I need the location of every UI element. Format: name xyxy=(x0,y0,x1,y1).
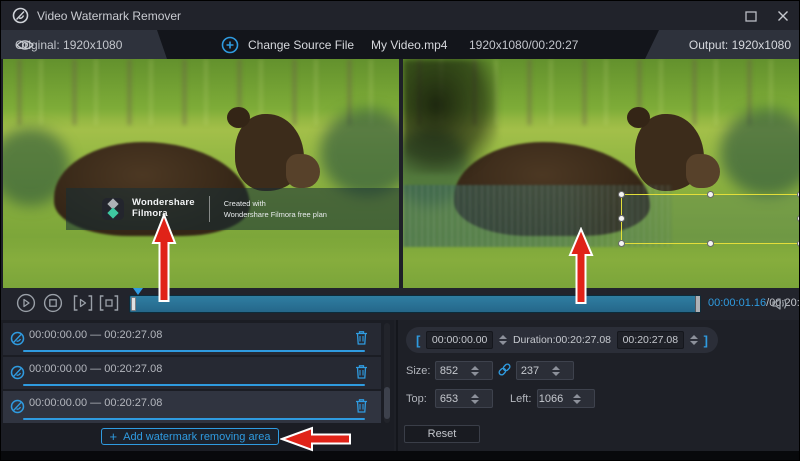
video-filename: My Video.mp4 xyxy=(371,38,447,52)
stop-segment-button[interactable] xyxy=(98,293,118,313)
change-source-file-button[interactable]: Change Source File xyxy=(221,34,354,56)
start-time-input[interactable]: 00:00:00.00 xyxy=(426,331,493,349)
output-resolution-label: Output: 1920x1080 xyxy=(689,38,791,52)
top-label: Top: xyxy=(406,393,427,405)
stepper-up-icon xyxy=(690,335,698,339)
change-source-file-label: Change Source File xyxy=(248,38,354,52)
size-label: Size: xyxy=(406,365,430,377)
selection-handle[interactable] xyxy=(797,240,799,247)
playhead-marker[interactable] xyxy=(133,288,143,295)
watermark-selection-box[interactable] xyxy=(621,194,799,244)
size-width-input[interactable]: 852 xyxy=(435,361,493,380)
area-time-range: 00:00:00.00 — 00:20:27.08 xyxy=(29,397,162,409)
watermark-plan-text: Created with Wondershare Filmora free pl… xyxy=(224,198,327,220)
output-video-preview[interactable] xyxy=(403,59,799,288)
watermark-remover-icon xyxy=(10,331,25,346)
filmora-watermark: Wondershare Filmora Created with Wonders… xyxy=(66,188,399,229)
area-time-range: 00:00:00.00 — 00:20:27.08 xyxy=(29,329,162,341)
bear-subject xyxy=(54,114,311,256)
size-height-stepper[interactable] xyxy=(543,366,573,376)
annotation-arrow-add-button xyxy=(280,425,352,453)
title-bar: Video Watermark Remover xyxy=(1,1,800,30)
watermark-divider xyxy=(209,196,210,222)
scrollbar-thumb[interactable] xyxy=(384,387,390,419)
trash-icon[interactable] xyxy=(355,364,368,379)
selection-handle[interactable] xyxy=(797,191,799,198)
list-scrollbar[interactable] xyxy=(384,323,390,423)
stop-button[interactable] xyxy=(43,293,63,313)
selection-handle[interactable] xyxy=(707,191,714,198)
removed-watermark-smudge xyxy=(403,59,498,174)
selection-handle[interactable] xyxy=(618,240,625,247)
timeline-end-handle[interactable] xyxy=(695,296,700,312)
area-range-slider[interactable] xyxy=(23,350,365,352)
watermark-area-row[interactable]: 00:00:00.00 — 00:20:27.08 xyxy=(3,357,381,389)
play-button[interactable] xyxy=(16,293,36,313)
area-time-range: 00:00:00.00 — 00:20:27.08 xyxy=(29,363,162,375)
timeline-start-handle[interactable] xyxy=(131,297,136,311)
original-video-preview[interactable]: Wondershare Filmora Created with Wonders… xyxy=(3,59,399,288)
area-range-slider[interactable] xyxy=(23,418,365,420)
time-range-group: [ 00:00:00.00 Duration:00:20:27.08 00:20… xyxy=(406,327,718,353)
volume-icon[interactable] xyxy=(771,296,789,312)
left-label: Left: xyxy=(510,393,531,405)
window-title: Video Watermark Remover xyxy=(37,9,181,23)
watermark-area-row-selected[interactable]: 00:00:00.00 — 00:20:27.08 xyxy=(3,391,381,423)
trash-icon[interactable] xyxy=(355,398,368,413)
eye-preview-icon[interactable] xyxy=(15,38,35,52)
app-logo-icon xyxy=(12,7,29,24)
maximize-icon[interactable] xyxy=(743,8,759,24)
annotation-arrow-left-watermark xyxy=(151,213,177,303)
link-dimensions-icon[interactable] xyxy=(497,362,512,377)
selection-handle[interactable] xyxy=(618,191,625,198)
selection-handle[interactable] xyxy=(797,215,799,222)
toolbar: Original: 1920x1080 Change Source File M… xyxy=(1,30,800,59)
original-resolution-tab: Original: 1920x1080 xyxy=(1,30,167,59)
left-stepper[interactable] xyxy=(564,394,594,404)
end-time-stepper[interactable] xyxy=(690,335,698,345)
area-range-slider[interactable] xyxy=(23,384,365,386)
watermark-area-row[interactable]: 00:00:00.00 — 00:20:27.08 xyxy=(3,323,381,355)
size-height-input[interactable]: 237 xyxy=(516,361,574,380)
add-watermark-area-button[interactable]: + Add watermark removing area xyxy=(101,428,279,445)
duration-label: Duration:00:20:27.08 xyxy=(513,334,611,346)
current-time: 00:00:01.16 xyxy=(708,297,766,309)
watermark-remover-icon xyxy=(10,365,25,380)
selection-handle[interactable] xyxy=(618,215,625,222)
size-width-stepper[interactable] xyxy=(462,366,492,376)
set-start-bracket-button[interactable]: [ xyxy=(416,333,420,348)
bottom-strip xyxy=(1,451,800,461)
watermark-remover-icon xyxy=(10,399,25,414)
app-window: Video Watermark Remover Original: 1920x1… xyxy=(0,0,800,461)
filmora-logo-icon xyxy=(102,198,124,220)
timeline-slider[interactable] xyxy=(129,295,701,313)
trash-icon[interactable] xyxy=(355,330,368,345)
play-segment-button[interactable] xyxy=(72,293,92,313)
stepper-up-icon xyxy=(499,335,507,339)
selection-handle[interactable] xyxy=(707,240,714,247)
plus-circle-icon xyxy=(221,36,239,54)
end-time-input[interactable]: 00:20:27.08 xyxy=(617,331,684,349)
annotation-arrow-right-watermark xyxy=(568,227,594,305)
set-end-bracket-button[interactable]: ] xyxy=(704,333,708,348)
output-resolution-tab: Output: 1920x1080 xyxy=(645,30,800,59)
video-scene xyxy=(3,59,399,288)
reset-button[interactable]: Reset xyxy=(404,425,480,443)
start-time-stepper[interactable] xyxy=(499,335,507,345)
resolution-duration: 1920x1080/00:20:27 xyxy=(469,38,578,52)
plus-icon: + xyxy=(110,431,118,442)
stepper-down-icon xyxy=(690,341,698,345)
stepper-down-icon xyxy=(499,341,507,345)
close-icon[interactable] xyxy=(775,8,791,24)
top-stepper[interactable] xyxy=(462,394,492,404)
add-area-label: Add watermark removing area xyxy=(123,431,270,443)
playback-bar: 00:00:01.16/00:20:27.08 xyxy=(1,288,800,320)
top-input[interactable]: 653 xyxy=(435,389,493,408)
left-input[interactable]: 1066 xyxy=(537,389,595,408)
